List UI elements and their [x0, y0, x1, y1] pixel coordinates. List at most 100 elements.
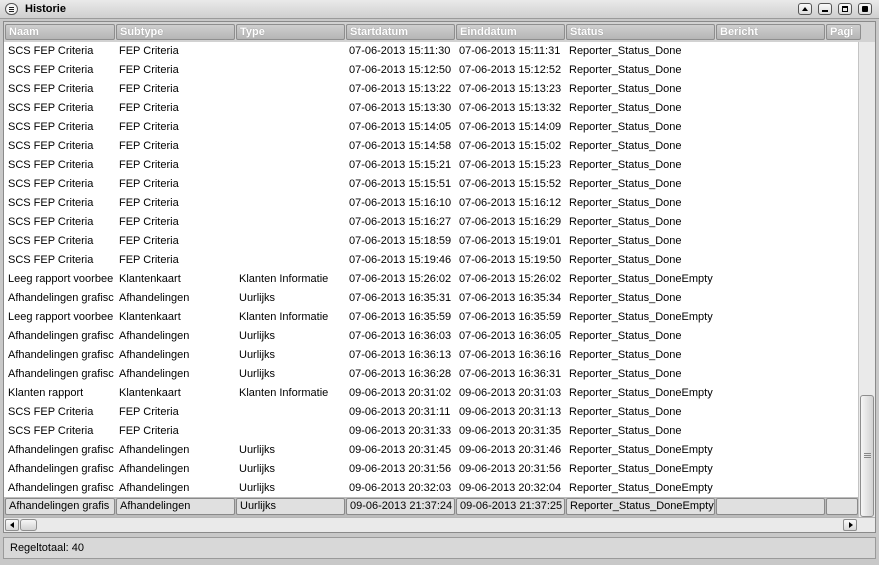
vertical-scrollbar[interactable]	[858, 42, 875, 517]
vertical-scroll-thumb[interactable]	[860, 395, 874, 517]
roll-up-icon[interactable]	[798, 3, 812, 15]
cell-subtype: FEP Criteria	[119, 178, 179, 190]
horizontal-scrollbar[interactable]	[4, 517, 875, 532]
cell-startdatum: 09-06-2013 20:31:56	[349, 463, 452, 475]
cell-einddatum: 07-06-2013 15:19:01	[459, 235, 562, 247]
table-row[interactable]: Afhandelingen grafisc Afhandelingen Uurlij…	[4, 441, 858, 460]
horizontal-scroll-thumb[interactable]	[20, 519, 37, 531]
cell-status: Reporter_Status_Done	[569, 178, 682, 190]
cell-naam: Afhandelingen grafis	[5, 498, 115, 515]
table-row-selected[interactable]: Afhandelingen grafis Afhandelingen Uurli…	[4, 497, 858, 517]
cell-naam: SCS FEP Criteria	[8, 140, 94, 152]
cell-bericht	[716, 479, 825, 497]
cell-type	[236, 213, 345, 232]
table-row[interactable]: Leeg rapport voorbee Klantenkaart Klanten …	[4, 308, 858, 327]
column-header-subtype[interactable]: Subtype	[116, 24, 235, 40]
scroll-right-button[interactable]	[843, 519, 857, 531]
table-row[interactable]: SCS FEP Criteria FEP Criteria 07-06-2013 1…	[4, 137, 858, 156]
column-header-einddatum[interactable]: Einddatum	[456, 24, 565, 40]
column-header-pagina[interactable]: Pagi	[826, 24, 861, 40]
cell-subtype: FEP Criteria	[119, 45, 179, 57]
table-row[interactable]: SCS FEP Criteria FEP Criteria 07-06-2013 1…	[4, 175, 858, 194]
cell-einddatum: 09-06-2013 20:31:35	[459, 425, 562, 437]
column-header-bericht[interactable]: Bericht	[716, 24, 825, 40]
scroll-left-button[interactable]	[5, 519, 19, 531]
cell-naam: SCS FEP Criteria	[8, 121, 94, 133]
cell-type: Uurlijks	[239, 482, 276, 494]
table-row[interactable]: Leeg rapport voorbee Klantenkaart Klanten …	[4, 270, 858, 289]
cell-naam: SCS FEP Criteria	[8, 216, 94, 228]
column-header-naam[interactable]: Naam	[5, 24, 115, 40]
table-row[interactable]: Afhandelingen grafisc Afhandelingen Uurlij…	[4, 346, 858, 365]
cell-naam: Afhandelingen grafisc	[8, 292, 114, 304]
cell-status: Reporter_Status_DoneEmpty	[569, 463, 713, 475]
cell-startdatum: 07-06-2013 16:36:13	[349, 349, 452, 361]
cell-naam: SCS FEP Criteria	[8, 102, 94, 114]
cell-startdatum: 09-06-2013 20:31:11	[349, 406, 451, 418]
table-row[interactable]: Afhandelingen grafisc Afhandelingen Uurlij…	[4, 327, 858, 346]
cell-status: Reporter_Status_Done	[569, 140, 682, 152]
cell-bericht	[716, 232, 825, 251]
cell-subtype: FEP Criteria	[119, 425, 179, 437]
cell-bericht	[716, 156, 825, 175]
cell-startdatum: 07-06-2013 15:14:05	[349, 121, 452, 133]
cell-startdatum: 07-06-2013 15:13:22	[349, 83, 452, 95]
table-row[interactable]: SCS FEP Criteria FEP Criteria 09-06-2013 2…	[4, 422, 858, 441]
cell-status: Reporter_Status_Done	[569, 121, 682, 133]
cell-einddatum: 07-06-2013 15:26:02	[459, 273, 562, 285]
table-row[interactable]: SCS FEP Criteria FEP Criteria 07-06-2013 1…	[4, 61, 858, 80]
table-row[interactable]: SCS FEP Criteria FEP Criteria 07-06-2013 1…	[4, 251, 858, 270]
cell-einddatum: 07-06-2013 15:15:02	[459, 140, 562, 152]
table-row[interactable]: SCS FEP Criteria FEP Criteria 07-06-2013 1…	[4, 118, 858, 137]
column-header-status[interactable]: Status	[566, 24, 715, 40]
cell-type: Uurlijks	[239, 368, 276, 380]
table-row[interactable]: SCS FEP Criteria FEP Criteria 07-06-2013 1…	[4, 99, 858, 118]
cell-bericht	[716, 270, 825, 289]
column-header-startdatum[interactable]: Startdatum	[346, 24, 455, 40]
table-row[interactable]: SCS FEP Criteria FEP Criteria 07-06-2013 1…	[4, 213, 858, 232]
table-row[interactable]: SCS FEP Criteria FEP Criteria 09-06-2013 2…	[4, 403, 858, 422]
cell-bericht	[716, 289, 825, 308]
cell-einddatum: 07-06-2013 16:36:05	[459, 330, 562, 342]
cell-bericht	[716, 137, 825, 156]
cell-status: Reporter_Status_DoneEmpty	[569, 273, 713, 285]
cell-subtype: Afhandelingen	[119, 349, 190, 361]
table-row[interactable]: Klanten rapport Klantenkaart Klanten Infor…	[4, 384, 858, 403]
cell-subtype: Afhandelingen	[116, 498, 235, 515]
cell-einddatum: 07-06-2013 15:13:32	[459, 102, 562, 114]
cell-subtype: FEP Criteria	[119, 254, 179, 266]
cell-einddatum: 07-06-2013 15:14:09	[459, 121, 562, 133]
cell-einddatum: 07-06-2013 16:35:34	[459, 292, 562, 304]
cell-einddatum: 07-06-2013 15:16:12	[459, 197, 562, 209]
cell-type: Uurlijks	[239, 463, 276, 475]
table-row[interactable]: SCS FEP Criteria FEP Criteria 07-06-2013 1…	[4, 232, 858, 251]
table-row[interactable]: Afhandelingen grafisc Afhandelingen Uurlij…	[4, 460, 858, 479]
cell-status: Reporter_Status_Done	[569, 216, 682, 228]
table-row[interactable]: SCS FEP Criteria FEP Criteria 07-06-2013 1…	[4, 194, 858, 213]
minimize-icon[interactable]	[818, 3, 832, 15]
cell-naam: SCS FEP Criteria	[8, 45, 94, 57]
table-row[interactable]: Afhandelingen grafisc Afhandelingen Uurlij…	[4, 365, 858, 384]
cell-startdatum: 07-06-2013 16:36:03	[349, 330, 452, 342]
cell-naam: Afhandelingen grafisc	[8, 444, 114, 456]
table-row[interactable]: Afhandelingen grafisc Afhandelingen Uurlij…	[4, 289, 858, 308]
column-header-type[interactable]: Type	[236, 24, 345, 40]
cell-type	[236, 61, 345, 80]
cell-type	[236, 80, 345, 99]
cell-einddatum: 07-06-2013 15:15:52	[459, 178, 562, 190]
cell-subtype: FEP Criteria	[119, 140, 179, 152]
table-row[interactable]: SCS FEP Criteria FEP Criteria 07-06-2013 1…	[4, 42, 858, 61]
maximize-icon[interactable]	[838, 3, 852, 15]
table-row[interactable]: SCS FEP Criteria FEP Criteria 07-06-2013 1…	[4, 156, 858, 175]
cell-type	[236, 118, 345, 137]
table-row[interactable]: SCS FEP Criteria FEP Criteria 07-06-2013 1…	[4, 80, 858, 99]
cell-einddatum: 09-06-2013 20:31:03	[459, 387, 562, 399]
cell-type	[236, 232, 345, 251]
cell-type	[236, 403, 345, 422]
cell-startdatum: 09-06-2013 20:31:02	[349, 387, 452, 399]
menu-icon[interactable]	[5, 3, 18, 15]
table-header: Naam Subtype Type Startdatum Einddatum S…	[4, 22, 875, 42]
cell-naam: Klanten rapport	[8, 387, 84, 399]
table-row[interactable]: Afhandelingen grafisc Afhandelingen Uurlij…	[4, 479, 858, 497]
close-icon[interactable]	[858, 3, 872, 15]
